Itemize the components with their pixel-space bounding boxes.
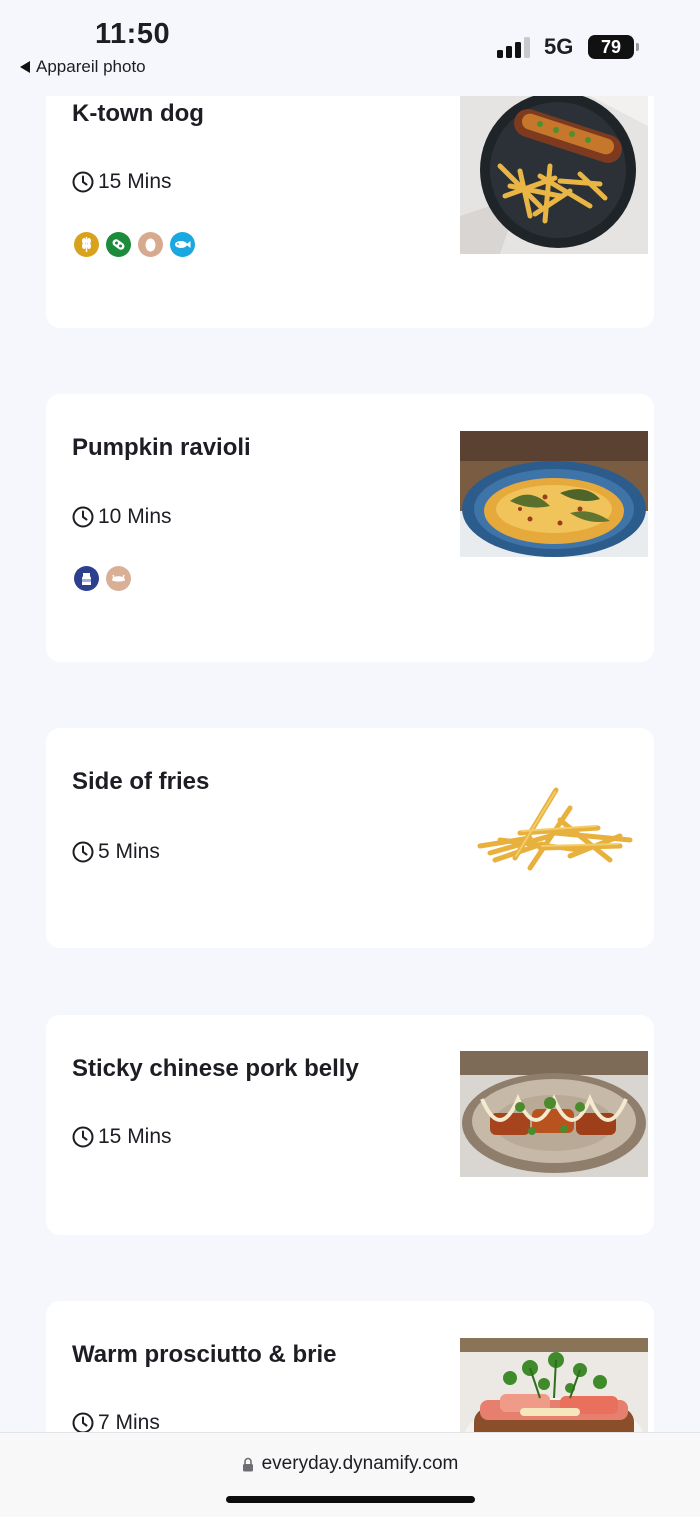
clock-icon: [72, 1412, 94, 1434]
browser-bottom-bar: everyday.dynamify.com: [0, 1432, 700, 1517]
milk-icon: [74, 566, 99, 591]
dish-image: [460, 96, 648, 254]
gluten-icon: [74, 232, 99, 257]
prep-time: 5 Mins: [72, 840, 160, 864]
screen: 11:50 Appareil photo 5G 79 K-town dog 15…: [0, 0, 700, 1517]
prep-time: 15 Mins: [72, 170, 172, 194]
dish-image: [460, 1051, 648, 1177]
prep-time-value: 15 Mins: [98, 1125, 172, 1148]
status-time: 11:50: [95, 18, 171, 50]
status-bar: 11:50 Appareil photo 5G 79: [0, 0, 700, 96]
crustacean-icon: [106, 566, 131, 591]
item-name: K-town dog: [72, 100, 204, 127]
clock-icon: [72, 841, 94, 863]
fish-icon: [170, 232, 195, 257]
soy-icon: [106, 232, 131, 257]
allergen-list: [74, 566, 131, 591]
item-name: Side of fries: [72, 768, 210, 795]
clock-icon: [72, 506, 94, 528]
network-type: 5G: [544, 34, 574, 59]
menu-item-card[interactable]: K-town dog 15 Mins: [46, 96, 654, 328]
item-name: Warm prosciutto & brie: [72, 1341, 337, 1368]
clock-icon: [72, 171, 94, 193]
egg-icon: [138, 232, 163, 257]
back-to-app-link[interactable]: Appareil photo: [20, 57, 146, 77]
prep-time-value: 10 Mins: [98, 505, 172, 528]
lock-icon: [242, 1457, 253, 1471]
menu-item-card[interactable]: Sticky chinese pork belly 15 Mins: [46, 1015, 654, 1235]
back-app-label: Appareil photo: [36, 57, 146, 76]
cellular-signal-icon: [497, 36, 530, 58]
url-text: everyday.dynamify.com: [261, 1453, 459, 1474]
dish-image: [460, 431, 648, 557]
menu-item-card[interactable]: Side of fries 5 Mins: [46, 728, 654, 948]
allergen-list: [74, 232, 195, 257]
clock-icon: [72, 1126, 94, 1148]
battery-icon: 79: [588, 35, 639, 59]
item-name: Pumpkin ravioli: [72, 434, 251, 461]
prep-time-value: 15 Mins: [98, 170, 172, 193]
home-indicator[interactable]: [226, 1496, 475, 1503]
prep-time: 10 Mins: [72, 505, 172, 529]
prep-time-value: 5 Mins: [98, 840, 160, 863]
battery-level: 79: [600, 36, 622, 57]
address-bar[interactable]: everyday.dynamify.com: [0, 1453, 700, 1475]
dish-image: [460, 778, 648, 878]
back-arrow-icon: [20, 61, 30, 73]
prep-time: 15 Mins: [72, 1125, 172, 1149]
menu-item-card[interactable]: Pumpkin ravioli 10 Mins: [46, 394, 654, 662]
item-name: Sticky chinese pork belly: [72, 1055, 359, 1082]
